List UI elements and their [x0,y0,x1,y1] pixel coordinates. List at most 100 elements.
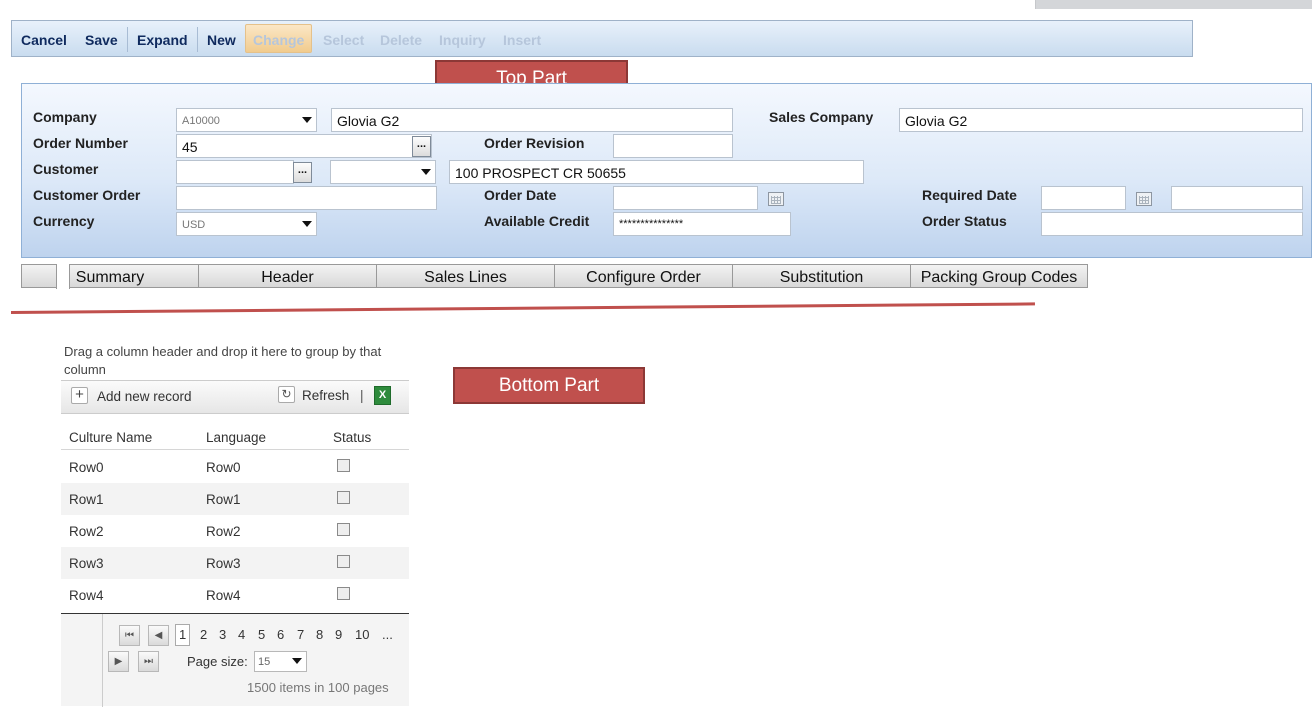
culture-name-cell: Row4 [69,588,104,603]
customer-order-label: Customer Order [33,187,141,203]
table-row[interactable]: Row4 Row4 [61,579,409,611]
ellipsis-icon: ... [297,164,308,176]
dropdown-caret-icon [302,117,312,123]
plus-icon[interactable]: + [71,387,88,404]
column-header-language[interactable]: Language [206,430,266,445]
page-size-label: Page size: [187,654,248,669]
order-number-label: Order Number [33,135,128,151]
next-page-icon[interactable]: ▶ [108,651,129,672]
column-header-culture-name[interactable]: Culture Name [69,430,152,445]
tab-sales-lines[interactable]: Sales Lines [376,264,555,288]
select-button[interactable]: Select [323,32,364,48]
page-number[interactable]: 3 [219,627,226,642]
save-button[interactable]: Save [85,32,118,48]
dropdown-caret-icon [302,221,312,227]
customer-address-field[interactable]: 100 PROSPECT CR 50655 [449,160,864,184]
customer-order-field[interactable] [176,186,437,210]
calendar-icon[interactable] [1136,192,1152,206]
language-cell: Row3 [206,556,241,571]
sales-company-field[interactable]: Glovia G2 [899,108,1303,132]
page-number-more[interactable]: ... [382,627,393,642]
page-number[interactable]: 2 [200,627,207,642]
language-cell: Row1 [206,492,241,507]
table-row[interactable]: Row1 Row1 [61,483,409,515]
page-number[interactable]: 7 [297,627,304,642]
bottom-part-callout: Bottom Part [453,367,645,404]
currency-select[interactable]: USD [176,212,317,236]
status-checkbox[interactable] [337,587,350,600]
tab-substitution[interactable]: Substitution [732,264,911,288]
pager-summary: 1500 items in 100 pages [247,680,389,695]
currency-select-value: USD [182,219,206,231]
tab-summary[interactable]: Summary [21,264,199,288]
add-new-record-button[interactable]: Add new record [97,389,192,404]
order-form-panel: Company A10000 Glovia G2 Sales Company G… [21,83,1312,258]
expand-button[interactable]: Expand [137,32,188,48]
group-by-drop-area[interactable]: Drag a column header and drop it here to… [64,343,399,379]
page-number[interactable]: 4 [238,627,245,642]
toolbar-separator [127,27,128,52]
inquiry-button[interactable]: Inquiry [439,32,486,48]
language-cell: Row4 [206,588,241,603]
tab-configure-order[interactable]: Configure Order [554,264,733,288]
pager-divider [102,614,103,707]
first-page-icon[interactable]: ⏮ [119,625,140,646]
culture-name-cell: Row3 [69,556,104,571]
order-revision-field[interactable] [613,134,733,158]
tab-label: Substitution [779,269,864,286]
customer-lookup-button[interactable]: ... [293,162,312,183]
page-size-select[interactable]: 15 [254,651,307,672]
tab-header[interactable]: Header [198,264,377,288]
prev-page-icon[interactable]: ◀ [148,625,169,646]
order-date-label: Order Date [484,187,557,203]
order-number-lookup-button[interactable]: ... [412,136,431,157]
change-button[interactable]: Change [253,32,304,48]
section-divider [10,302,1035,314]
insert-button[interactable]: Insert [503,32,541,48]
tab-label: Packing Group Codes [920,269,1078,286]
page-number[interactable]: 8 [316,627,323,642]
status-checkbox[interactable] [337,555,350,568]
status-checkbox[interactable] [337,459,350,472]
status-checkbox[interactable] [337,491,350,504]
refresh-icon[interactable]: ↻ [278,386,295,403]
customer-field[interactable] [176,160,294,184]
dropdown-caret-icon [421,169,431,175]
order-number-field[interactable]: 45 [176,134,432,158]
tab-packing-group-codes[interactable]: Packing Group Codes [910,264,1088,288]
company-select[interactable]: A10000 [176,108,317,132]
order-date-field[interactable] [613,186,758,210]
main-toolbar: Cancel Save Expand New Change Select Del… [11,20,1193,57]
grid-header-row: Culture Name Language Status [61,414,409,450]
page-size-value: 15 [258,656,271,668]
company-name-field[interactable]: Glovia G2 [331,108,733,132]
cancel-button[interactable]: Cancel [21,32,67,48]
required-date-field[interactable] [1041,186,1126,210]
table-row[interactable]: Row0 Row0 [61,451,409,483]
calendar-icon[interactable] [768,192,784,206]
delete-button[interactable]: Delete [380,32,422,48]
new-button[interactable]: New [207,32,236,48]
table-row[interactable]: Row2 Row2 [61,515,409,547]
currency-label: Currency [33,213,95,229]
page-number[interactable]: 9 [335,627,342,642]
last-page-icon[interactable]: ⏭ [138,651,159,672]
page-number[interactable]: 10 [355,627,369,642]
refresh-button[interactable]: Refresh [302,388,349,403]
language-cell: Row2 [206,524,241,539]
required-time-field[interactable] [1171,186,1303,210]
column-header-status[interactable]: Status [333,430,371,445]
status-checkbox[interactable] [337,523,350,536]
company-label: Company [33,109,97,125]
table-row[interactable]: Row3 Row3 [61,547,409,579]
excel-export-icon[interactable]: X [374,386,391,405]
customer-select[interactable] [330,160,436,184]
company-select-value: A10000 [182,115,220,127]
command-separator: | [360,388,364,403]
page-number[interactable]: 5 [258,627,265,642]
sales-company-label: Sales Company [769,109,874,125]
page-number[interactable]: 6 [277,627,284,642]
page-number-current[interactable]: 1 [175,624,191,646]
culture-name-cell: Row2 [69,524,104,539]
window-corner-tab [1035,0,1312,9]
